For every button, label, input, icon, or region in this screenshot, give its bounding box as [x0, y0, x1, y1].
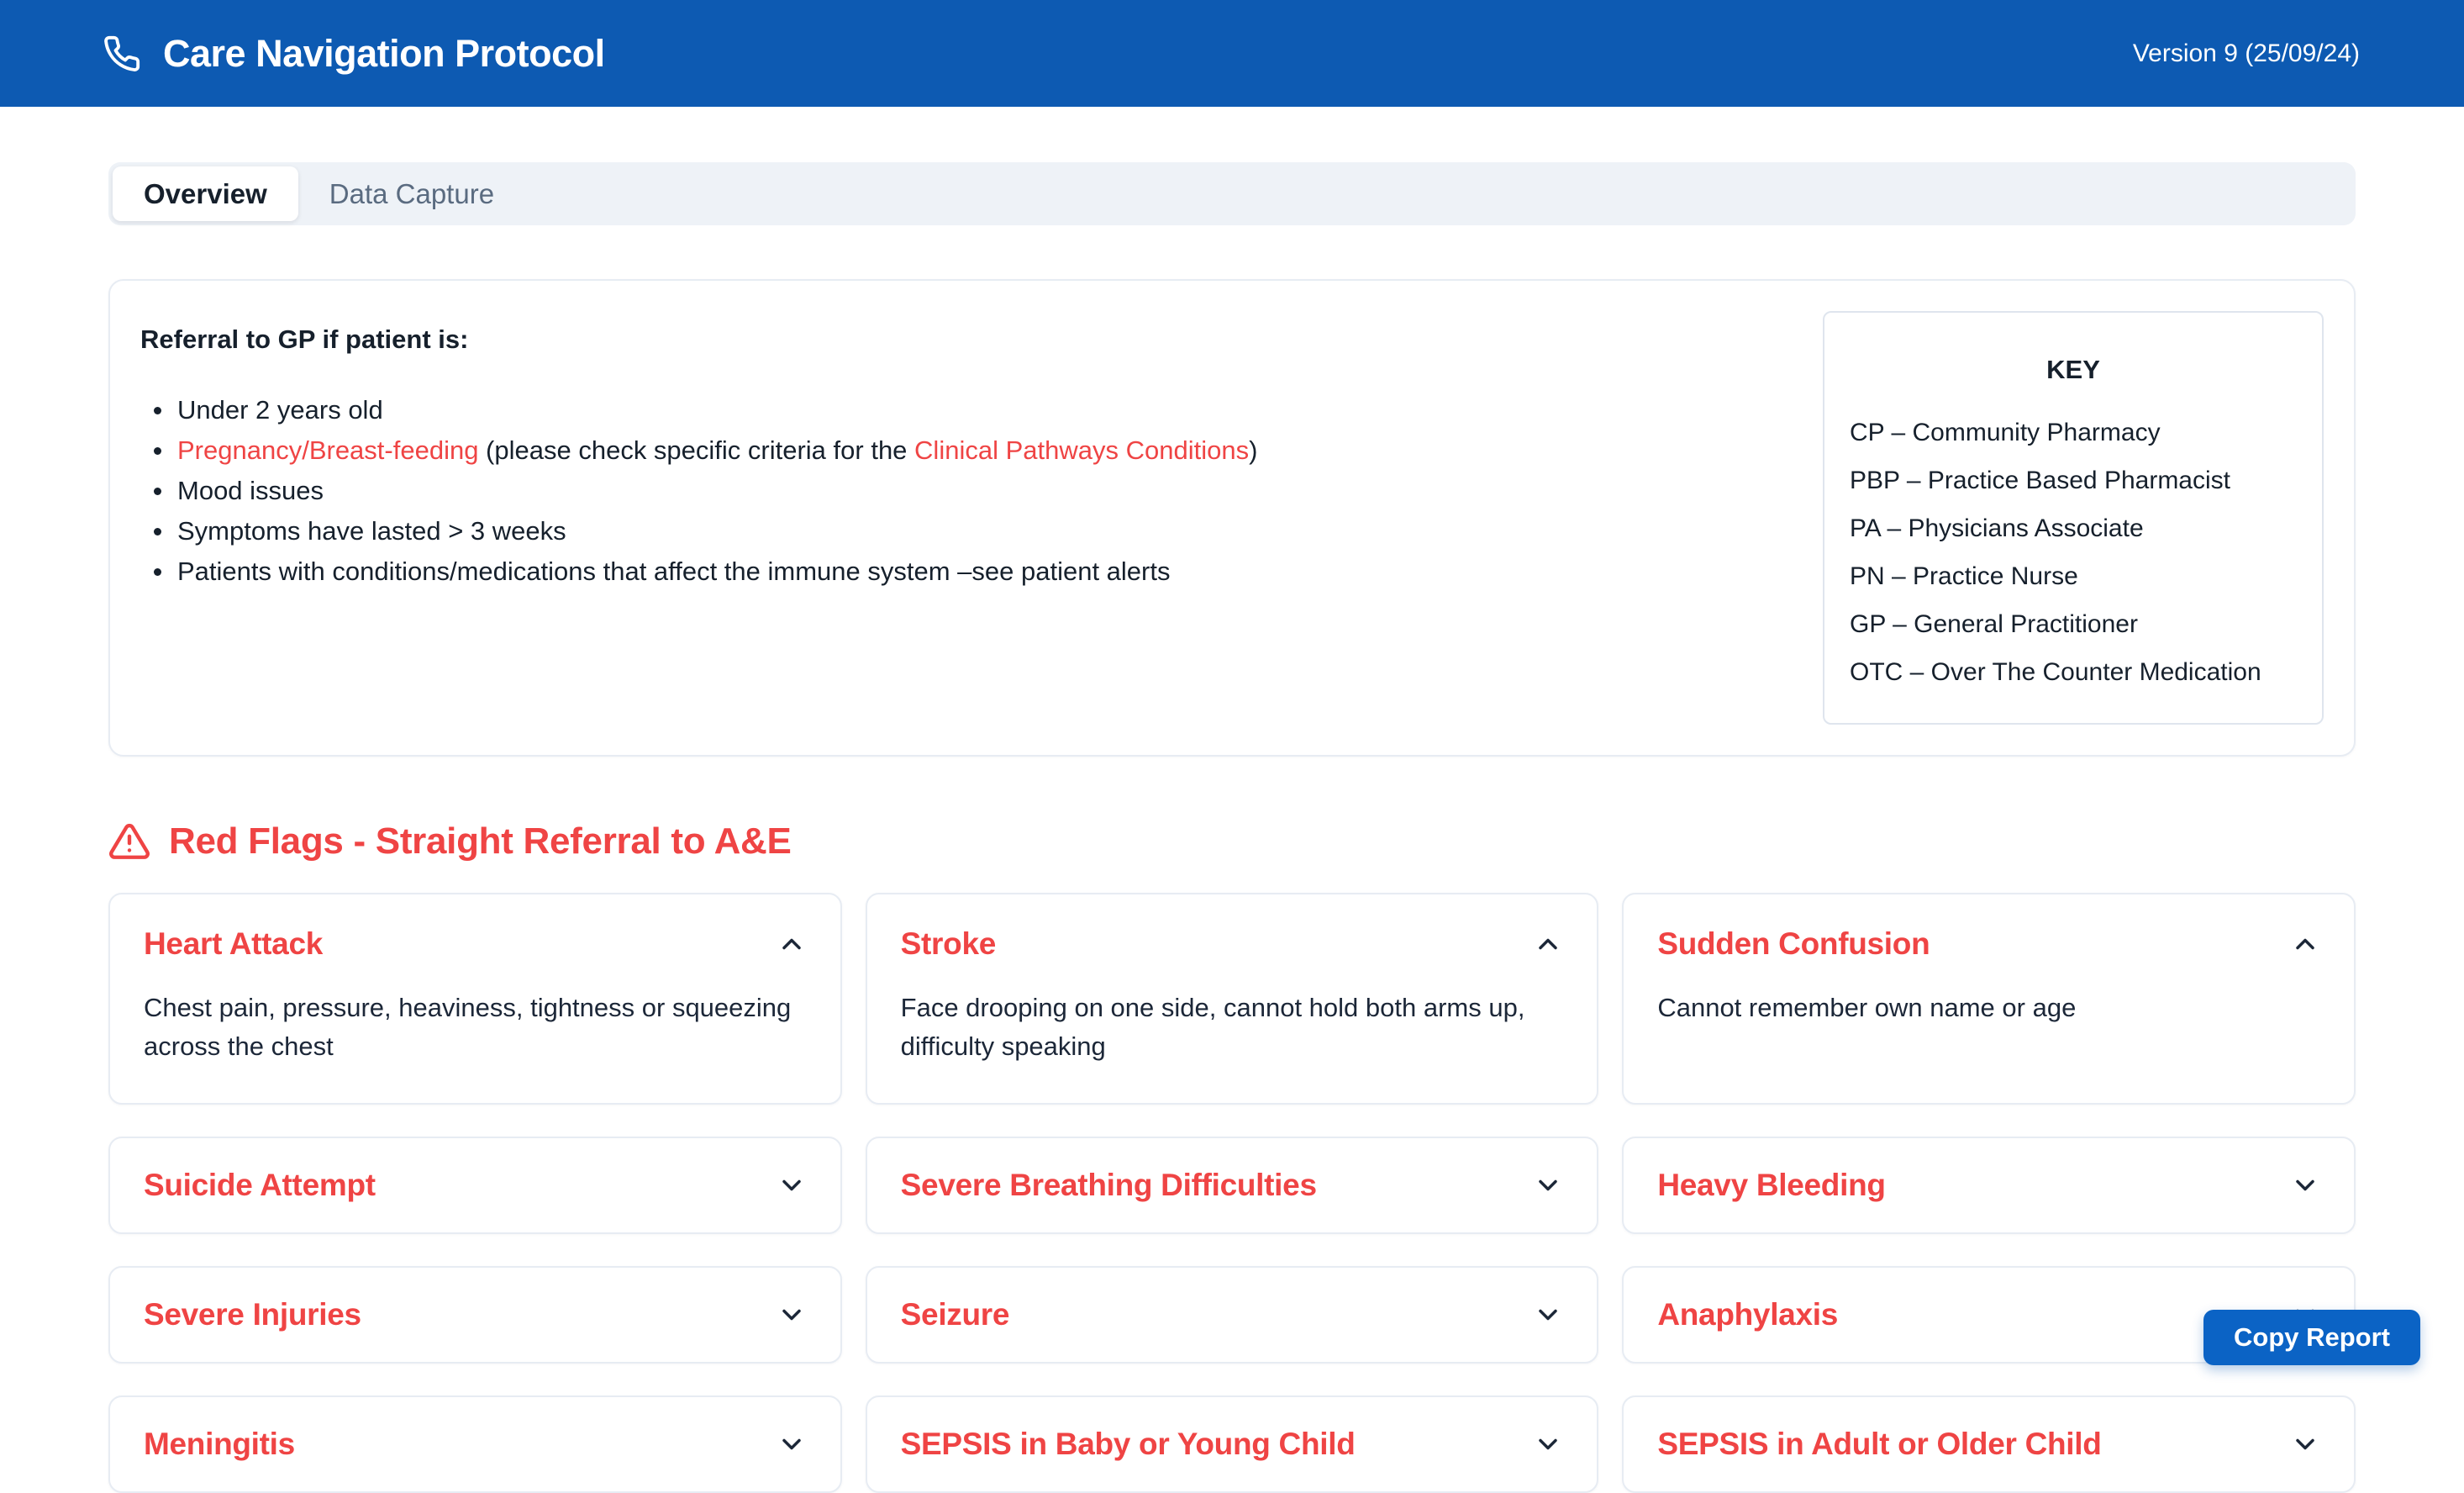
red-flag-card-header[interactable]: SEPSIS in Adult or Older Child — [1657, 1427, 2320, 1462]
page-title: Care Navigation Protocol — [163, 32, 605, 76]
red-flag-card-header[interactable]: Stroke — [901, 926, 1564, 962]
chevron-down-icon — [777, 1429, 807, 1459]
red-flag-card-title: Severe Injuries — [144, 1297, 361, 1332]
referral-content: Referral to GP if patient is: Under 2 ye… — [140, 311, 1782, 725]
main-content: Overview Data Capture Referral to GP if … — [108, 162, 2356, 1493]
tab-overview[interactable]: Overview — [113, 166, 298, 221]
chevron-down-icon — [1533, 1170, 1563, 1200]
bullet-item: Pregnancy/Breast-feeding (please check s… — [140, 430, 1782, 471]
bullet-text: Symptoms have lasted > 3 weeks — [177, 516, 566, 546]
referral-heading: Referral to GP if patient is: — [140, 324, 1782, 355]
bullet-text: ) — [1249, 435, 1257, 465]
key-entries: CP – Community PharmacyPBP – Practice Ba… — [1850, 409, 2297, 696]
red-flag-card: Suicide Attempt — [108, 1137, 842, 1234]
bullet-text: (please check specific criteria for the — [478, 435, 914, 465]
highlighted-text: Clinical Pathways Conditions — [914, 435, 1249, 465]
app-header-left: Care Navigation Protocol — [103, 32, 605, 76]
red-flag-card-body: Face drooping on one side, cannot hold b… — [901, 989, 1564, 1066]
red-flag-card-title: Meningitis — [144, 1427, 295, 1462]
key-entry: PBP – Practice Based Pharmacist — [1850, 456, 2297, 504]
red-flag-card-title: SEPSIS in Baby or Young Child — [901, 1427, 1356, 1462]
referral-card: Referral to GP if patient is: Under 2 ye… — [108, 279, 2356, 757]
red-flag-card: Stroke Face drooping on one side, cannot… — [866, 893, 1599, 1105]
red-flags-grid: Heart Attack Chest pain, pressure, heavi… — [108, 893, 2356, 1493]
red-flags-heading-text: Red Flags - Straight Referral to A&E — [169, 820, 792, 863]
red-flag-card-header[interactable]: Sudden Confusion — [1657, 926, 2320, 962]
key-entry: CP – Community Pharmacy — [1850, 409, 2297, 456]
referral-bullet-list: Under 2 years old Pregnancy/Breast-feedin… — [140, 390, 1782, 592]
key-entry: GP – General Practitioner — [1850, 600, 2297, 648]
red-flag-card-header[interactable]: Suicide Attempt — [144, 1168, 807, 1203]
red-flag-card: Severe Breathing Difficulties — [866, 1137, 1599, 1234]
bullet-item: Symptoms have lasted > 3 weeks — [140, 511, 1782, 551]
bullet-item: Under 2 years old — [140, 390, 1782, 430]
red-flag-card: Sudden Confusion Cannot remember own nam… — [1622, 893, 2356, 1105]
red-flag-card: Heavy Bleeding — [1622, 1137, 2356, 1234]
red-flag-card-header[interactable]: Meningitis — [144, 1427, 807, 1462]
red-flag-card-body: Cannot remember own name or age — [1657, 989, 2320, 1027]
bullet-text: Mood issues — [177, 476, 324, 505]
chevron-up-icon — [777, 929, 807, 959]
chevron-down-icon — [777, 1300, 807, 1330]
tab-data-capture[interactable]: Data Capture — [298, 166, 525, 221]
highlighted-text: Pregnancy/Breast-feeding — [177, 435, 478, 465]
red-flag-card-header[interactable]: Severe Breathing Difficulties — [901, 1168, 1564, 1203]
red-flag-card: Severe Injuries — [108, 1266, 842, 1364]
red-flag-card: SEPSIS in Baby or Young Child — [866, 1395, 1599, 1493]
bullet-text: Under 2 years old — [177, 395, 383, 425]
red-flag-card-body: Chest pain, pressure, heaviness, tightne… — [144, 989, 807, 1066]
red-flag-card-header[interactable]: Seizure — [901, 1297, 1564, 1332]
chevron-down-icon — [2290, 1170, 2320, 1200]
red-flag-card-title: Suicide Attempt — [144, 1168, 376, 1203]
red-flag-card-title: Heavy Bleeding — [1657, 1168, 1885, 1203]
chevron-up-icon — [1533, 929, 1563, 959]
bullet-item: Patients with conditions/medications tha… — [140, 551, 1782, 592]
chevron-down-icon — [777, 1170, 807, 1200]
red-flag-card-header[interactable]: Heart Attack — [144, 926, 807, 962]
red-flag-card-header[interactable]: Heavy Bleeding — [1657, 1168, 2320, 1203]
version-label: Version 9 (25/09/24) — [2133, 40, 2360, 68]
red-flag-card-title: Heart Attack — [144, 926, 323, 962]
red-flag-card: Heart Attack Chest pain, pressure, heavi… — [108, 893, 842, 1105]
key-entry: PN – Practice Nurse — [1850, 552, 2297, 600]
alert-triangle-icon — [108, 820, 150, 863]
key-box: KEY CP – Community PharmacyPBP – Practic… — [1823, 311, 2324, 725]
bullet-item: Mood issues — [140, 471, 1782, 511]
chevron-down-icon — [1533, 1300, 1563, 1330]
key-title: KEY — [1850, 355, 2297, 385]
red-flag-card-title: Severe Breathing Difficulties — [901, 1168, 1317, 1203]
chevron-down-icon — [1533, 1429, 1563, 1459]
red-flags-heading: Red Flags - Straight Referral to A&E — [108, 820, 2356, 863]
red-flag-card: Seizure — [866, 1266, 1599, 1364]
red-flag-card-title: Anaphylaxis — [1657, 1297, 1838, 1332]
red-flag-card-title: Seizure — [901, 1297, 1010, 1332]
tab-bar: Overview Data Capture — [108, 162, 2356, 225]
red-flag-card-title: Sudden Confusion — [1657, 926, 1930, 962]
phone-icon — [103, 34, 141, 73]
red-flag-card-header[interactable]: Severe Injuries — [144, 1297, 807, 1332]
red-flag-card: SEPSIS in Adult or Older Child — [1622, 1395, 2356, 1493]
bullet-text: Patients with conditions/medications tha… — [177, 557, 1170, 586]
red-flag-card-title: Stroke — [901, 926, 996, 962]
red-flag-card-header[interactable]: SEPSIS in Baby or Young Child — [901, 1427, 1564, 1462]
key-entry: OTC – Over The Counter Medication — [1850, 648, 2297, 696]
chevron-up-icon — [2290, 929, 2320, 959]
red-flag-card: Meningitis — [108, 1395, 842, 1493]
chevron-down-icon — [2290, 1429, 2320, 1459]
copy-report-button[interactable]: Copy Report — [2203, 1310, 2420, 1365]
app-header: Care Navigation Protocol Version 9 (25/0… — [0, 0, 2464, 107]
key-entry: PA – Physicians Associate — [1850, 504, 2297, 552]
red-flag-card-title: SEPSIS in Adult or Older Child — [1657, 1427, 2101, 1462]
